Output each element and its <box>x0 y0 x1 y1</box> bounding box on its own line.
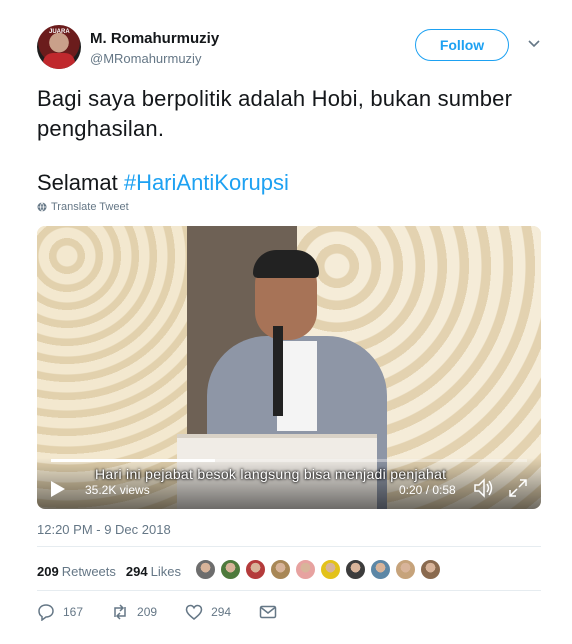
envelope-icon <box>259 605 277 619</box>
speaker-shirt <box>277 341 317 431</box>
avatar-text: JUARA <box>49 29 70 35</box>
tweet-stats: 209 Retweets 294 Likes <box>37 561 191 581</box>
liker-avatars <box>194 558 444 581</box>
retweet-label: Retweets <box>61 563 116 579</box>
reply-action[interactable]: 167 <box>37 603 83 621</box>
liker-avatar[interactable] <box>194 558 217 581</box>
divider <box>37 546 541 547</box>
volume-icon[interactable] <box>473 478 495 498</box>
like-count: 294 <box>125 563 148 579</box>
tweet-text-greeting: Selamat #HariAntiKorupsi <box>37 168 537 198</box>
hashtag-link[interactable]: #HariAntiKorupsi <box>124 170 289 195</box>
translate-label: Translate Tweet <box>51 201 129 213</box>
tweet-actions: 167 209 294 <box>37 602 313 622</box>
greeting-text: Selamat <box>37 170 124 195</box>
author-handle[interactable]: @MRomahurmuziy <box>90 51 201 66</box>
play-icon[interactable] <box>50 480 66 498</box>
fullscreen-icon[interactable] <box>509 479 527 497</box>
author-avatar[interactable]: JUARA <box>37 25 81 69</box>
like-action-count: 294 <box>211 605 232 619</box>
video-player[interactable]: Hari ini pejabat besok langsung bisa men… <box>37 226 541 509</box>
liker-avatar[interactable] <box>294 558 317 581</box>
tweet-header: JUARA M. Romahurmuziy @MRomahurmuziy Fol… <box>37 24 547 70</box>
divider <box>37 590 541 591</box>
retweet-stat[interactable]: 209 Retweets <box>37 564 116 579</box>
chevron-down-icon[interactable] <box>527 36 541 50</box>
translate-tweet[interactable]: Translate Tweet <box>37 201 129 213</box>
liker-avatar[interactable] <box>269 558 292 581</box>
video-subtitle: Hari ini pejabat besok langsung bisa men… <box>95 466 447 482</box>
follow-button[interactable]: Follow <box>415 29 509 61</box>
liker-avatar[interactable] <box>244 558 267 581</box>
microphone <box>273 326 283 416</box>
like-stat[interactable]: 294 Likes <box>126 564 181 579</box>
reply-icon <box>38 604 54 621</box>
tweet-timestamp[interactable]: 12:20 PM - 9 Dec 2018 <box>37 522 171 537</box>
video-progress-bar[interactable] <box>51 459 527 462</box>
liker-avatar[interactable] <box>369 558 392 581</box>
like-label: Likes <box>150 563 181 579</box>
avatar-shirt <box>43 53 75 69</box>
retweet-count: 209 <box>37 563 59 579</box>
heart-icon <box>185 604 203 620</box>
retweet-action-count: 209 <box>137 605 158 619</box>
video-progress-fill <box>51 459 216 462</box>
liker-avatar[interactable] <box>344 558 367 581</box>
video-view-count: 35.2K views <box>85 483 150 497</box>
like-action[interactable]: 294 <box>185 603 231 621</box>
globe-icon <box>37 202 47 212</box>
liker-avatar[interactable] <box>419 558 442 581</box>
liker-avatar[interactable] <box>319 558 342 581</box>
liker-avatar[interactable] <box>219 558 242 581</box>
author-name[interactable]: M. Romahurmuziy <box>90 30 219 47</box>
retweet-icon <box>114 604 126 620</box>
video-time: 0:20 / 0:58 <box>399 483 456 497</box>
retweet-action[interactable]: 209 <box>111 603 157 621</box>
reply-count: 167 <box>63 605 84 619</box>
message-action[interactable] <box>259 603 285 621</box>
tweet-text: Bagi saya berpolitik adalah Hobi, bukan … <box>37 86 513 141</box>
liker-avatar[interactable] <box>394 558 417 581</box>
speaker-hair <box>253 250 319 278</box>
